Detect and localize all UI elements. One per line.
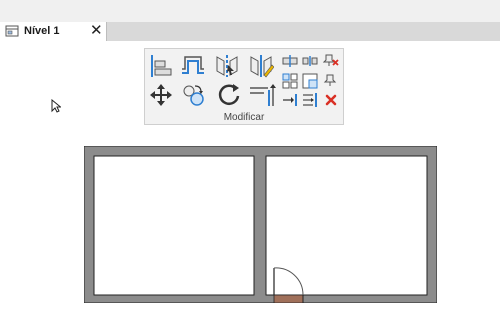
split-with-gap-icon[interactable] bbox=[302, 55, 318, 67]
align-icon[interactable] bbox=[149, 53, 173, 79]
trim-extend-corner-icon[interactable] bbox=[248, 82, 276, 108]
panel-label: Modificar bbox=[223, 112, 265, 123]
mouse-pointer-icon bbox=[51, 99, 61, 113]
unpin-icon[interactable] bbox=[323, 53, 339, 67]
floor-plan-view-icon bbox=[5, 25, 19, 37]
move-icon[interactable] bbox=[149, 83, 173, 107]
pin-icon[interactable] bbox=[323, 73, 339, 87]
mirror-draw-axis-icon[interactable] bbox=[248, 53, 274, 79]
floor-plan-drawing[interactable] bbox=[84, 146, 437, 303]
offset-icon[interactable] bbox=[180, 53, 206, 79]
tab-nivel-1[interactable]: Nível 1 ✕ bbox=[0, 22, 107, 41]
trim-extend-single-icon[interactable] bbox=[282, 93, 298, 107]
door-sill bbox=[273, 294, 304, 303]
close-icon[interactable]: ✕ bbox=[90, 22, 103, 40]
copy-icon[interactable] bbox=[180, 82, 206, 108]
rotate-icon[interactable] bbox=[216, 82, 242, 108]
modify-ribbon-panel: Modificar bbox=[144, 48, 344, 125]
title-strip bbox=[0, 0, 500, 23]
tab-label: Nível 1 bbox=[24, 25, 60, 37]
delete-icon[interactable] bbox=[325, 94, 337, 106]
trim-extend-multiple-icon[interactable] bbox=[302, 92, 318, 108]
array-icon[interactable] bbox=[282, 73, 298, 89]
mirror-pick-axis-icon[interactable] bbox=[214, 53, 240, 79]
view-tab-bar: Nível 1 ✕ bbox=[0, 22, 500, 41]
split-element-icon[interactable] bbox=[282, 55, 298, 67]
scale-icon[interactable] bbox=[302, 73, 318, 89]
